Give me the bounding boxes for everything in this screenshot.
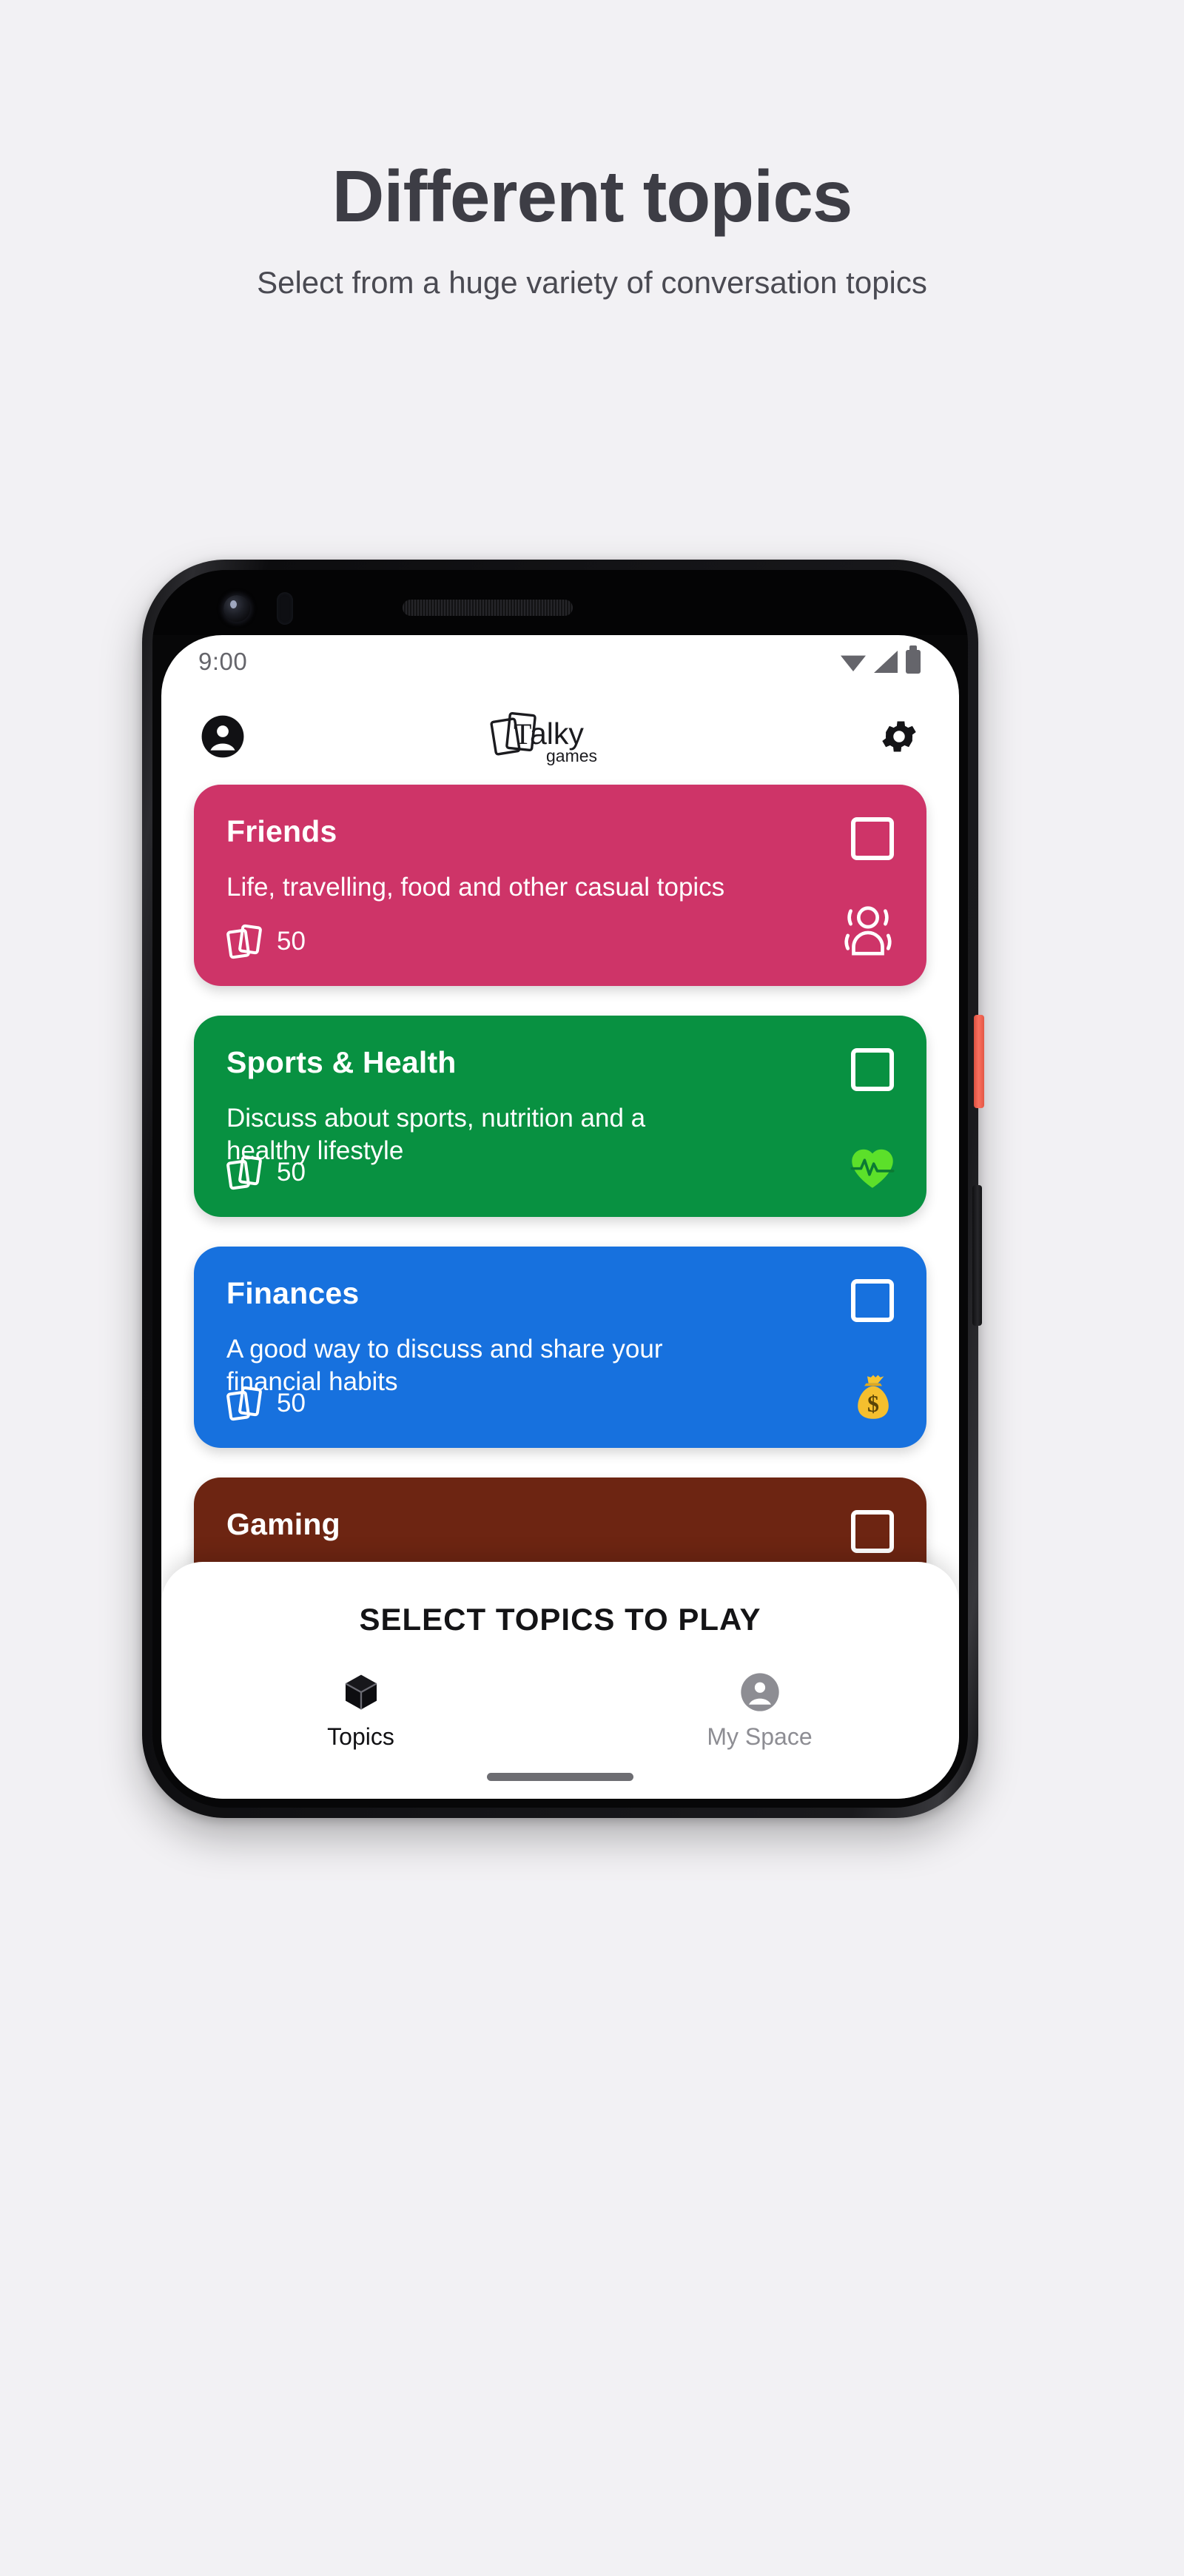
topic-select-checkbox[interactable] [851,1048,894,1091]
phone-screen: 9:00 T alky games Friends Life, travelli… [161,635,959,1799]
speaking-head-icon [839,902,897,967]
page-title: Different topics [332,155,853,237]
phone-body: 9:00 T alky games Friends Life, travelli… [142,560,978,1818]
svg-text:T: T [514,717,531,751]
card-deck-icon [226,922,265,961]
page-subtitle: Select from a huge variety of conversati… [257,265,927,300]
topic-card-sports-health[interactable]: Sports & Health Discuss about sports, nu… [194,1016,926,1217]
phone-top-bezel [152,570,968,635]
signal-icon [874,651,898,673]
proximity-sensor-icon [277,592,293,625]
topic-card-count: 50 [277,1158,306,1187]
money-bag-icon: $ [850,1374,897,1429]
topic-title: Sports & Health [226,1045,457,1079]
tab-my-space[interactable]: My Space [560,1671,959,1751]
phone-bezel: 9:00 T alky games Friends Life, travelli… [152,570,968,1808]
status-icons [841,645,921,674]
select-topics-prompt: SELECT TOPICS TO PLAY [359,1602,761,1637]
phone-mockup: 9:00 T alky games Friends Life, travelli… [142,560,1042,1848]
tab-label: My Space [707,1723,813,1750]
card-deck-icon [226,1153,265,1192]
topic-card-count: 50 [277,1389,306,1418]
gear-icon[interactable] [878,715,921,758]
topic-description: Life, travelling, food and other casual … [226,873,725,902]
topic-card-finances[interactable]: Finances A good way to discuss and share… [194,1247,926,1448]
card-deck-icon [226,1384,265,1423]
earpiece-speaker-icon [403,600,573,616]
topic-select-checkbox[interactable] [851,817,894,860]
tab-label: Topics [327,1723,394,1750]
bottom-tab-bar: Topics My Space [161,1671,959,1751]
topic-title: Finances [226,1276,360,1310]
topic-card-count-group: 50 [226,1384,306,1423]
topic-title: Friends [226,814,337,848]
battery-icon [906,645,921,674]
status-bar: 9:00 [161,635,959,688]
beating-heart-icon [848,1144,897,1198]
topic-title: Gaming [226,1507,340,1541]
svg-text:games: games [546,746,597,765]
topic-card-count-group: 50 [226,1153,306,1192]
front-camera-icon [223,595,250,622]
svg-text:$: $ [867,1390,879,1417]
topic-card-count: 50 [277,927,306,956]
person-icon [739,1671,781,1713]
promo-header: Different topics Select from a huge vari… [0,0,1184,303]
volume-rocker-button[interactable] [972,1185,982,1326]
talky-games-logo: T alky games [484,705,639,768]
power-button[interactable] [974,1015,984,1108]
wifi-icon [841,655,866,671]
status-time: 9:00 [198,648,248,675]
gesture-nav-pill[interactable] [487,1773,633,1781]
account-circle-icon[interactable] [200,714,246,759]
topic-select-checkbox[interactable] [851,1510,894,1553]
topic-card-count-group: 50 [226,922,306,961]
topic-card-friends[interactable]: Friends Life, travelling, food and other… [194,785,926,986]
bottom-sheet: SELECT TOPICS TO PLAY Topics My Space [161,1562,959,1799]
cube-icon [340,1671,382,1713]
tab-topics[interactable]: Topics [161,1671,560,1751]
app-bar: T alky games [161,688,959,785]
topic-select-checkbox[interactable] [851,1279,894,1322]
